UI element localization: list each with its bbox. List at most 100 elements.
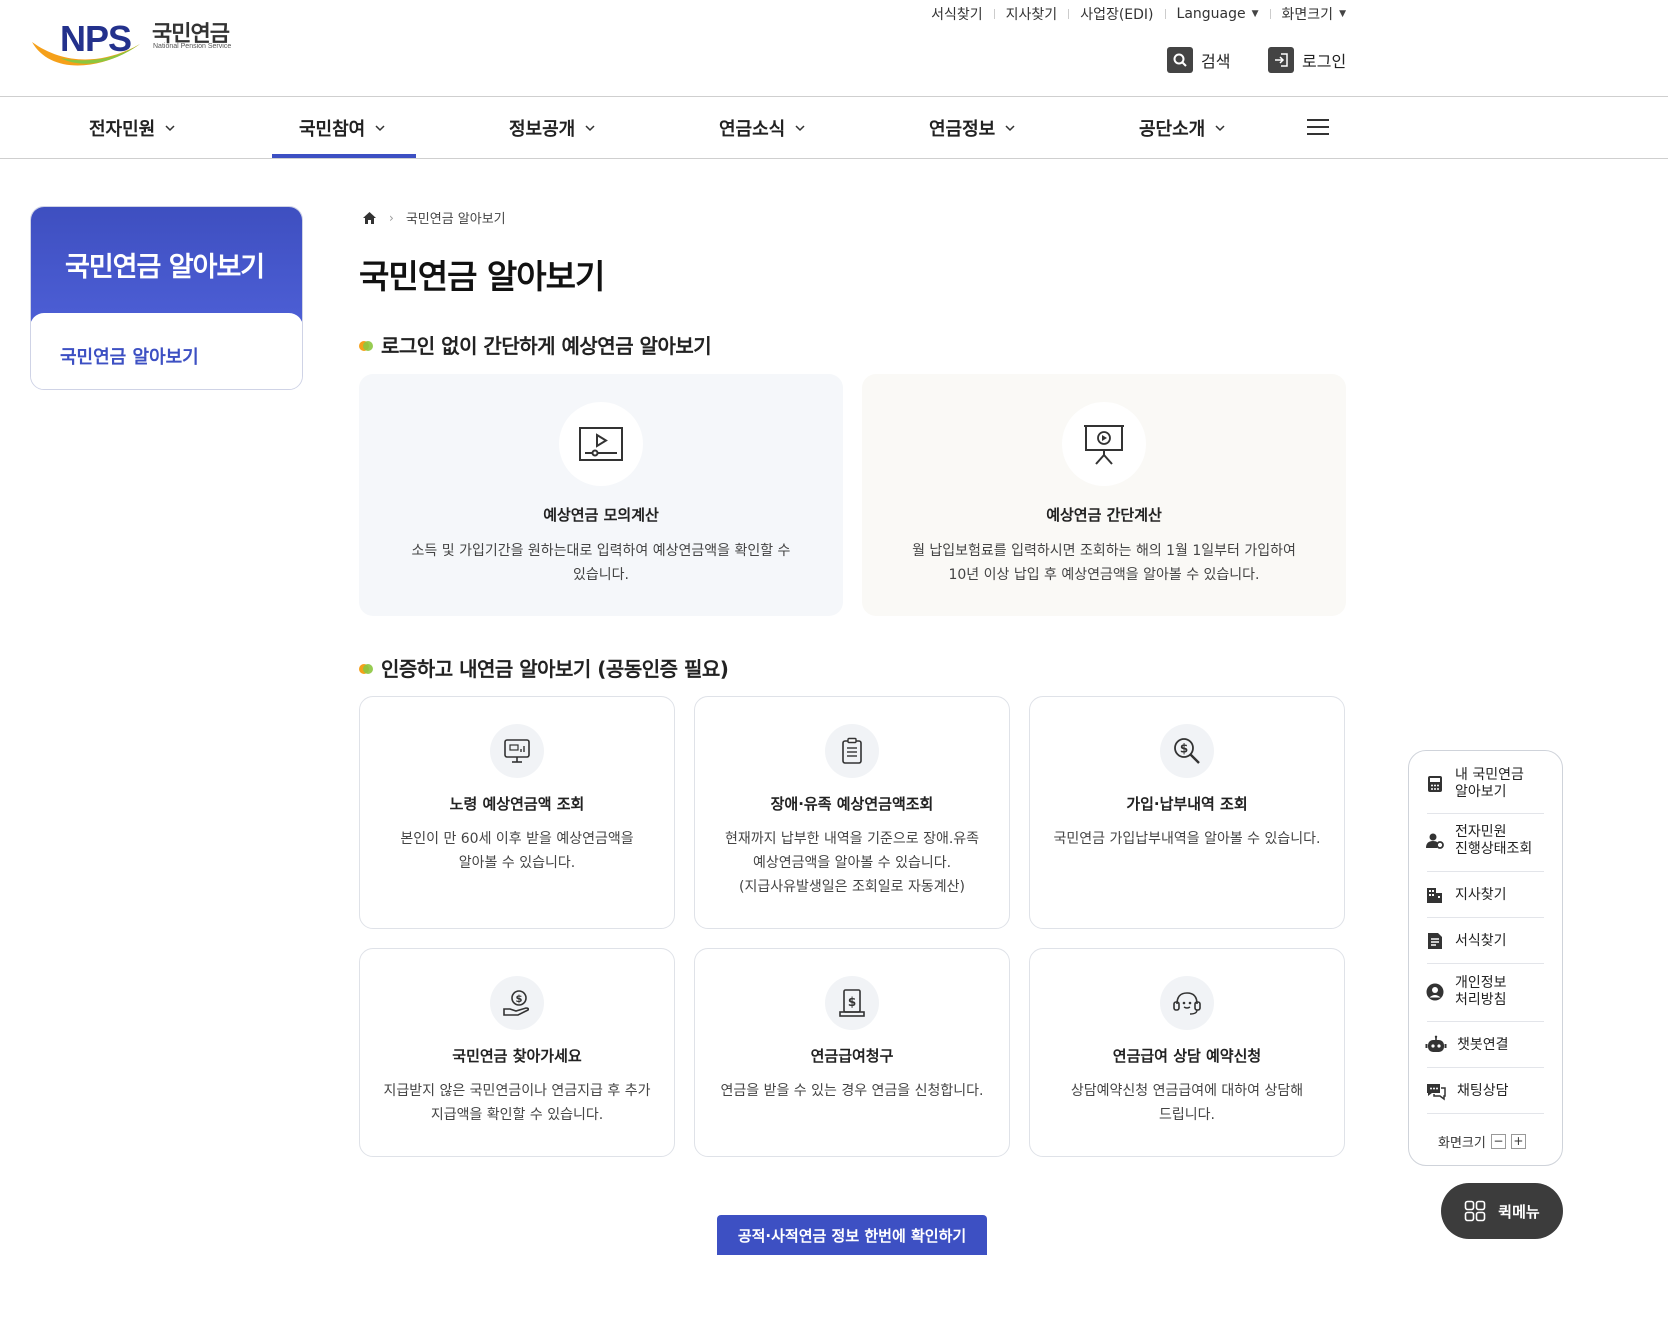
card-desc-line: 10년 이상 납입 후 예상연금액을 알아볼 수 있습니다. [948, 567, 1260, 583]
section-title-certified: 인증하고 내연금 알아보기 (공동인증 필요) [359, 653, 729, 682]
page-title: 국민연금 알아보기 [359, 257, 605, 296]
user-gear-icon [1426, 833, 1444, 849]
card-find-pension[interactable]: $ 국민연금 찾아가세요 지급받지 않은 국민연금이나 연금지급 후 추가 지급… [359, 948, 675, 1157]
card-title: 노령 예상연금액 조회 [449, 795, 585, 813]
robot-icon [1425, 1035, 1447, 1052]
breadcrumb: › 국민연금 알아보기 [362, 208, 506, 227]
svg-text:$: $ [516, 994, 523, 1005]
caret-down-icon: ▼ [1339, 9, 1346, 19]
section-title-text: 인증하고 내연금 알아보기 (공동인증 필요) [381, 657, 729, 681]
nav-tab-news[interactable]: 연금소식 [719, 97, 805, 159]
chevron-down-icon [585, 125, 595, 132]
clipboard-icon [825, 724, 879, 778]
util-language-label: Language [1176, 6, 1246, 22]
card-simple-calc[interactable]: 예상연금 간단계산 월 납입보험료를 입력하시면 조회하는 해의 1월 1일부터… [862, 374, 1346, 616]
hamburger-menu-icon[interactable] [1307, 119, 1329, 137]
card-title: 장애·유족 예상연금액조회 [770, 795, 934, 813]
font-size-label: 화면크기 [1438, 1136, 1486, 1151]
card-title: 국민연금 찾아가세요 [452, 1047, 582, 1065]
monitor-chart-icon [490, 724, 544, 778]
grid-icon [1464, 1200, 1486, 1222]
quick-form-finder[interactable]: 서식찾기 [1425, 931, 1544, 951]
font-size-control: 화면크기 − + [1438, 1132, 1526, 1151]
card-simulated-calc[interactable]: 예상연금 모의계산 소득 및 가입기간을 원하는대로 입력하여 예상연금액을 확… [359, 374, 843, 616]
quick-my-pension[interactable]: 내 국민연금 알아보기 [1425, 767, 1544, 801]
quick-label: 서식찾기 [1455, 932, 1507, 949]
card-desc-line: 상담예약신청 연금급여에 대하여 상담해 [1070, 1083, 1304, 1099]
util-language-dropdown[interactable]: Language ▼ [1177, 6, 1259, 22]
dollar-search-icon: $ [1160, 724, 1214, 778]
util-fontsize-dropdown[interactable]: 화면크기 ▼ [1282, 4, 1346, 24]
quick-civil-status[interactable]: 전자민원 진행상태조회 [1425, 824, 1544, 858]
logo-brand: NPS [60, 18, 132, 59]
card-desc-line: 지급받지 않은 국민연금이나 연금지급 후 추가 [383, 1083, 651, 1099]
all-pension-info-label: 공적·사적연금 정보 한번에 확인하기 [737, 1226, 967, 1245]
document-icon [1428, 933, 1442, 949]
quick-branch-finder[interactable]: 지사찾기 [1425, 885, 1544, 905]
card-disability-survivor[interactable]: 장애·유족 예상연금액조회 현재까지 납부한 내역을 기준으로 장애.유족 예상… [694, 696, 1010, 929]
side-menu: 국민연금 알아보기 국민연금 알아보기 [30, 206, 303, 390]
quick-label: 개인정보 처리방침 [1455, 975, 1507, 1009]
hand-coin-icon: $ [490, 976, 544, 1030]
nav-tab-label: 연금소식 [719, 119, 786, 140]
search-button[interactable]: 검색 [1167, 47, 1230, 73]
headset-icon [1160, 976, 1214, 1030]
font-size-decrease-button[interactable]: − [1490, 1134, 1506, 1149]
home-icon[interactable] [362, 211, 377, 225]
card-old-age-pension[interactable]: 노령 예상연금액 조회 본인이 만 60세 이후 받을 예상연금액을 알아볼 수… [359, 696, 675, 929]
quick-label: 채팅상담 [1457, 1082, 1509, 1099]
util-divider [993, 9, 995, 19]
card-desc-line: 예상연금액을 알아볼 수 있습니다. [752, 855, 952, 871]
side-menu-item[interactable]: 국민연금 알아보기 [31, 313, 302, 389]
card-enrollment-history[interactable]: $ 가입·납부내역 조회 국민연금 가입납부내역을 알아볼 수 있습니다. [1029, 696, 1345, 929]
quick-label-line: 개인정보 [1455, 975, 1507, 991]
nav-active-indicator [272, 154, 416, 158]
logo-name-en: National Pension Service [153, 43, 232, 50]
nps-logo[interactable]: NPS 국민연금 National Pension Service [30, 14, 250, 74]
chevron-down-icon [1005, 125, 1015, 132]
quick-label: 챗봇연결 [1457, 1036, 1509, 1053]
card-desc-line: 소득 및 가입기간을 원하는대로 입력하여 예상연금액을 확인할 수 [411, 543, 791, 559]
font-size-increase-button[interactable]: + [1510, 1134, 1526, 1149]
side-menu-item-label: 국민연금 알아보기 [60, 347, 199, 368]
card-title: 연금급여 상담 예약신청 [1112, 1047, 1262, 1065]
quick-label: 내 국민연금 알아보기 [1455, 767, 1524, 801]
chevron-down-icon [375, 125, 385, 132]
breadcrumb-current[interactable]: 국민연금 알아보기 [406, 208, 506, 227]
card-consultation-booking[interactable]: 연금급여 상담 예약신청 상담예약신청 연금급여에 대하여 상담해 드립니다. [1029, 948, 1345, 1157]
nav-tab-about[interactable]: 공단소개 [1139, 97, 1225, 159]
nav-tab-label: 공단소개 [1139, 119, 1206, 140]
quick-privacy-policy[interactable]: 개인정보 처리방침 [1425, 975, 1544, 1009]
card-desc-line: 있습니다. [573, 567, 629, 583]
quick-label: 지사찾기 [1455, 886, 1507, 903]
nav-tab-pension-info[interactable]: 연금정보 [929, 97, 1015, 159]
nav-tab-participation[interactable]: 국민참여 [299, 97, 385, 159]
nav-tab-disclosure[interactable]: 정보공개 [509, 97, 595, 159]
quick-divider [1427, 1021, 1544, 1022]
all-pension-info-button[interactable]: 공적·사적연금 정보 한번에 확인하기 [717, 1215, 987, 1255]
util-divider [1068, 9, 1070, 19]
breadcrumb-separator-icon: › [389, 210, 394, 225]
card-desc-line: (지급사유발생일은 조회일로 자동계산) [739, 879, 965, 895]
util-branch-link[interactable]: 지사찾기 [1006, 4, 1058, 24]
quick-divider [1427, 917, 1544, 918]
util-fontsize-label: 화면크기 [1281, 7, 1334, 23]
quick-menu-button[interactable]: 퀵메뉴 [1441, 1183, 1563, 1239]
quick-chatbot[interactable]: 챗봇연결 [1425, 1035, 1544, 1055]
nav-tab-civil-service[interactable]: 전자민원 [89, 97, 175, 159]
video-player-icon [559, 402, 643, 486]
util-forms-link[interactable]: 서식찾기 [931, 4, 983, 24]
quick-panel: 내 국민연금 알아보기 전자민원 진행상태조회 지사찾기 서식찾기 개인정보 처리방침… [1408, 750, 1563, 1166]
quick-menu-label: 퀵메뉴 [1498, 1202, 1540, 1221]
section-title-quick-calc: 로그인 없이 간단하게 예상연금 알아보기 [359, 330, 712, 359]
svg-text:$: $ [848, 995, 856, 1009]
card-desc-line: 본인이 만 60세 이후 받을 예상연금액을 [400, 831, 634, 847]
util-divider [1164, 9, 1166, 19]
card-benefit-claim[interactable]: $ 연금급여청구 연금을 받을 수 있는 경우 연금을 신청합니다. [694, 948, 1010, 1157]
login-button[interactable]: 로그인 [1268, 47, 1346, 73]
quick-chat-consult[interactable]: 채팅상담 [1425, 1081, 1544, 1101]
quick-divider [1427, 1113, 1544, 1114]
user-circle-icon [1426, 983, 1444, 1001]
caret-down-icon: ▼ [1251, 9, 1259, 19]
util-edi-link[interactable]: 사업장(EDI) [1080, 4, 1153, 24]
